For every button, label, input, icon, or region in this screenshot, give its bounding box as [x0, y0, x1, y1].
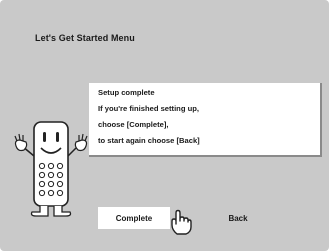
message-line-choose-complete: choose [Complete],	[98, 120, 169, 129]
message-box: Setup complete If you're finished settin…	[89, 83, 322, 157]
back-button[interactable]: Back	[214, 207, 262, 229]
menu-title: Let's Get Started Menu	[35, 33, 135, 43]
remote-control-mascot-icon	[14, 121, 88, 217]
message-line-setup-complete: Setup complete	[98, 88, 155, 97]
complete-button[interactable]: Complete	[98, 207, 170, 229]
message-line-finished: If you're finished setting up,	[98, 104, 199, 113]
message-line-choose-back: to start again choose [Back]	[98, 136, 200, 145]
pointing-hand-cursor-icon	[171, 209, 192, 235]
setup-screen: Let's Get Started Menu Setup complete If…	[0, 0, 329, 251]
